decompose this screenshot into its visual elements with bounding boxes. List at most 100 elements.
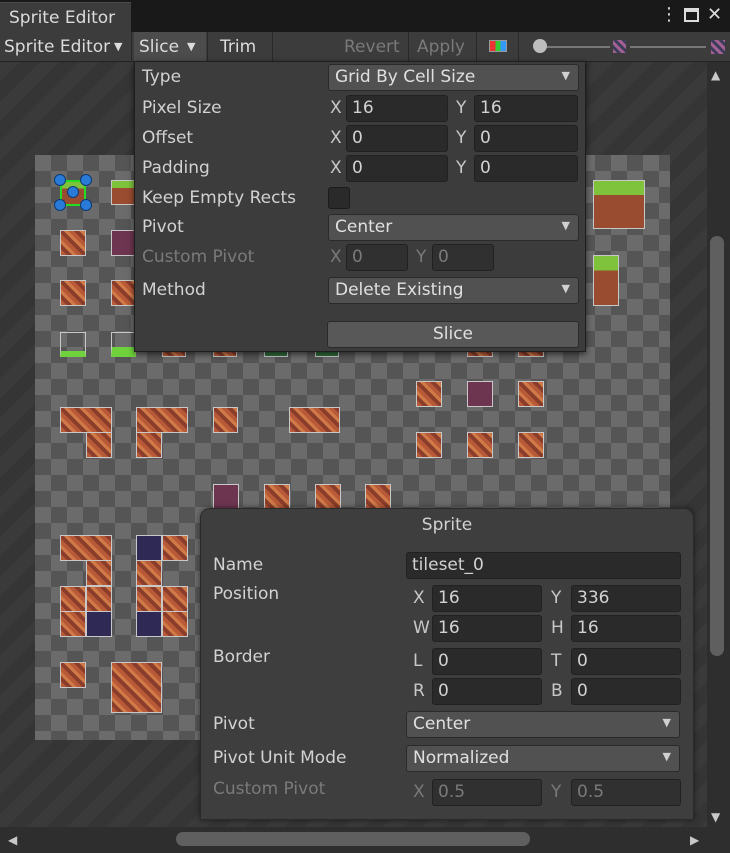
sprite-tile[interactable]: [416, 432, 442, 458]
sprite-tile[interactable]: [111, 662, 162, 713]
sprite-tile[interactable]: [467, 381, 493, 407]
window-tab[interactable]: Sprite Editor: [0, 2, 131, 32]
offset-label: Offset: [142, 128, 194, 148]
sprite-tile[interactable]: [111, 332, 136, 357]
sprite-tile[interactable]: [86, 432, 112, 458]
padding-x-input[interactable]: 0: [346, 155, 448, 182]
sprite-custom-pivot-x-input[interactable]: 0.5: [432, 779, 542, 806]
sprite-tile[interactable]: [136, 432, 162, 458]
sprite-tile[interactable]: [593, 255, 619, 306]
revert-button[interactable]: Revert: [338, 32, 408, 62]
zoom-slider-thumb[interactable]: [533, 39, 547, 53]
sprite-tile[interactable]: [518, 381, 544, 407]
scroll-down-icon[interactable]: ▼: [711, 810, 720, 824]
sprite-pivot-dropdown[interactable]: Center ▼: [406, 711, 680, 738]
sprite-tile[interactable]: [162, 611, 188, 637]
sprite-tile[interactable]: [518, 432, 544, 458]
selection-handle[interactable]: [54, 199, 66, 211]
maximize-icon[interactable]: [684, 8, 699, 22]
close-icon[interactable]: ✕: [707, 4, 722, 25]
selection-handle[interactable]: [80, 199, 92, 211]
sprite-tile[interactable]: [86, 560, 112, 586]
horizontal-scroll-thumb[interactable]: [176, 832, 530, 846]
pivot-dropdown[interactable]: Center ▼: [328, 214, 579, 241]
border-t-input[interactable]: 0: [571, 648, 681, 675]
offset-x-input[interactable]: 0: [346, 125, 448, 152]
zoom-slider-track[interactable]: [540, 46, 610, 48]
sprite-tile[interactable]: [60, 332, 86, 357]
name-input[interactable]: tileset_0: [406, 552, 681, 579]
position-x-input[interactable]: 16: [432, 585, 542, 612]
window-tab-title: Sprite Editor: [9, 8, 116, 28]
sprite-tile[interactable]: [136, 407, 188, 433]
pivot-unit-mode-dropdown[interactable]: Normalized ▼: [406, 745, 680, 772]
method-label: Method: [142, 280, 206, 300]
sprite-tile[interactable]: [467, 432, 493, 458]
border-l-input[interactable]: 0: [432, 648, 542, 675]
scroll-right-icon[interactable]: ▶: [690, 833, 699, 847]
toolbar-divider: [272, 32, 273, 62]
scroll-up-icon[interactable]: ▲: [711, 68, 720, 82]
offset-y-input[interactable]: 0: [474, 125, 578, 152]
sprite-tile[interactable]: [111, 280, 136, 306]
slice-button[interactable]: Slice ▼: [134, 32, 206, 62]
pivot-unit-mode-label: Pivot Unit Mode: [213, 748, 347, 768]
sprite-tile[interactable]: [60, 407, 112, 433]
sprite-custom-pivot-y-input[interactable]: 0.5: [571, 779, 681, 806]
sprite-tile[interactable]: [365, 484, 391, 510]
trim-button[interactable]: Trim: [208, 32, 272, 62]
slice-label: Slice: [139, 37, 180, 57]
more-options-icon[interactable]: ⋮: [660, 4, 678, 25]
position-w-input[interactable]: 16: [432, 615, 542, 642]
sprite-tile[interactable]: [162, 586, 188, 612]
position-y-input[interactable]: 336: [571, 585, 681, 612]
border-r-input[interactable]: 0: [432, 678, 542, 705]
sprite-tile[interactable]: [60, 535, 112, 561]
position-w-axis: W: [413, 618, 430, 638]
padding-y-input[interactable]: 0: [474, 155, 578, 182]
sprite-tile[interactable]: [213, 407, 238, 433]
sprite-tile[interactable]: [60, 611, 86, 637]
sprite-tile[interactable]: [416, 381, 442, 407]
sprite-tile[interactable]: [136, 611, 162, 637]
keep-empty-rects-checkbox[interactable]: [328, 187, 350, 209]
sprite-tile[interactable]: [60, 586, 86, 612]
sprite-tile[interactable]: [289, 407, 340, 433]
border-b-input[interactable]: 0: [571, 678, 681, 705]
mip-slider-track[interactable]: [630, 46, 706, 48]
sprite-tile[interactable]: [136, 586, 162, 612]
sprite-tile[interactable]: [162, 535, 188, 561]
selection-handle[interactable]: [80, 174, 92, 186]
pivot-handle[interactable]: [67, 186, 79, 198]
mode-dropdown[interactable]: Sprite Editor ▼: [0, 32, 131, 62]
sprite-tile[interactable]: [111, 230, 136, 256]
apply-button[interactable]: Apply: [409, 32, 475, 62]
position-h-input[interactable]: 16: [571, 615, 681, 642]
type-value: Grid By Cell Size: [335, 67, 476, 87]
method-dropdown[interactable]: Delete Existing ▼: [328, 277, 579, 304]
sprite-tile[interactable]: [593, 180, 645, 229]
type-dropdown[interactable]: Grid By Cell Size ▼: [328, 64, 579, 91]
keep-empty-rects-label: Keep Empty Rects: [142, 188, 297, 208]
dropdown-caret-icon: ▼: [114, 40, 123, 53]
sprite-tile[interactable]: [111, 180, 136, 205]
sprite-tile[interactable]: [136, 560, 162, 586]
vertical-scroll-thumb[interactable]: [710, 236, 724, 656]
custom-pivot-x-input[interactable]: 0: [346, 244, 408, 271]
selection-handle[interactable]: [54, 174, 66, 186]
sprite-tile[interactable]: [136, 535, 162, 561]
custom-pivot-y-input[interactable]: 0: [432, 244, 494, 271]
scroll-left-icon[interactable]: ◀: [8, 833, 17, 847]
sprite-tile[interactable]: [213, 484, 239, 510]
sprite-tile[interactable]: [60, 230, 86, 256]
slice-apply-button[interactable]: Slice: [327, 321, 579, 348]
pixel-size-y-input[interactable]: 16: [474, 95, 578, 122]
pixel-size-x-input[interactable]: 16: [346, 95, 448, 122]
color-channel-icon[interactable]: [489, 40, 507, 52]
sprite-tile[interactable]: [264, 484, 290, 510]
sprite-tile[interactable]: [315, 484, 341, 510]
sprite-tile[interactable]: [60, 280, 86, 306]
sprite-tile[interactable]: [86, 611, 112, 637]
sprite-tile[interactable]: [86, 586, 112, 612]
sprite-tile[interactable]: [60, 662, 86, 688]
